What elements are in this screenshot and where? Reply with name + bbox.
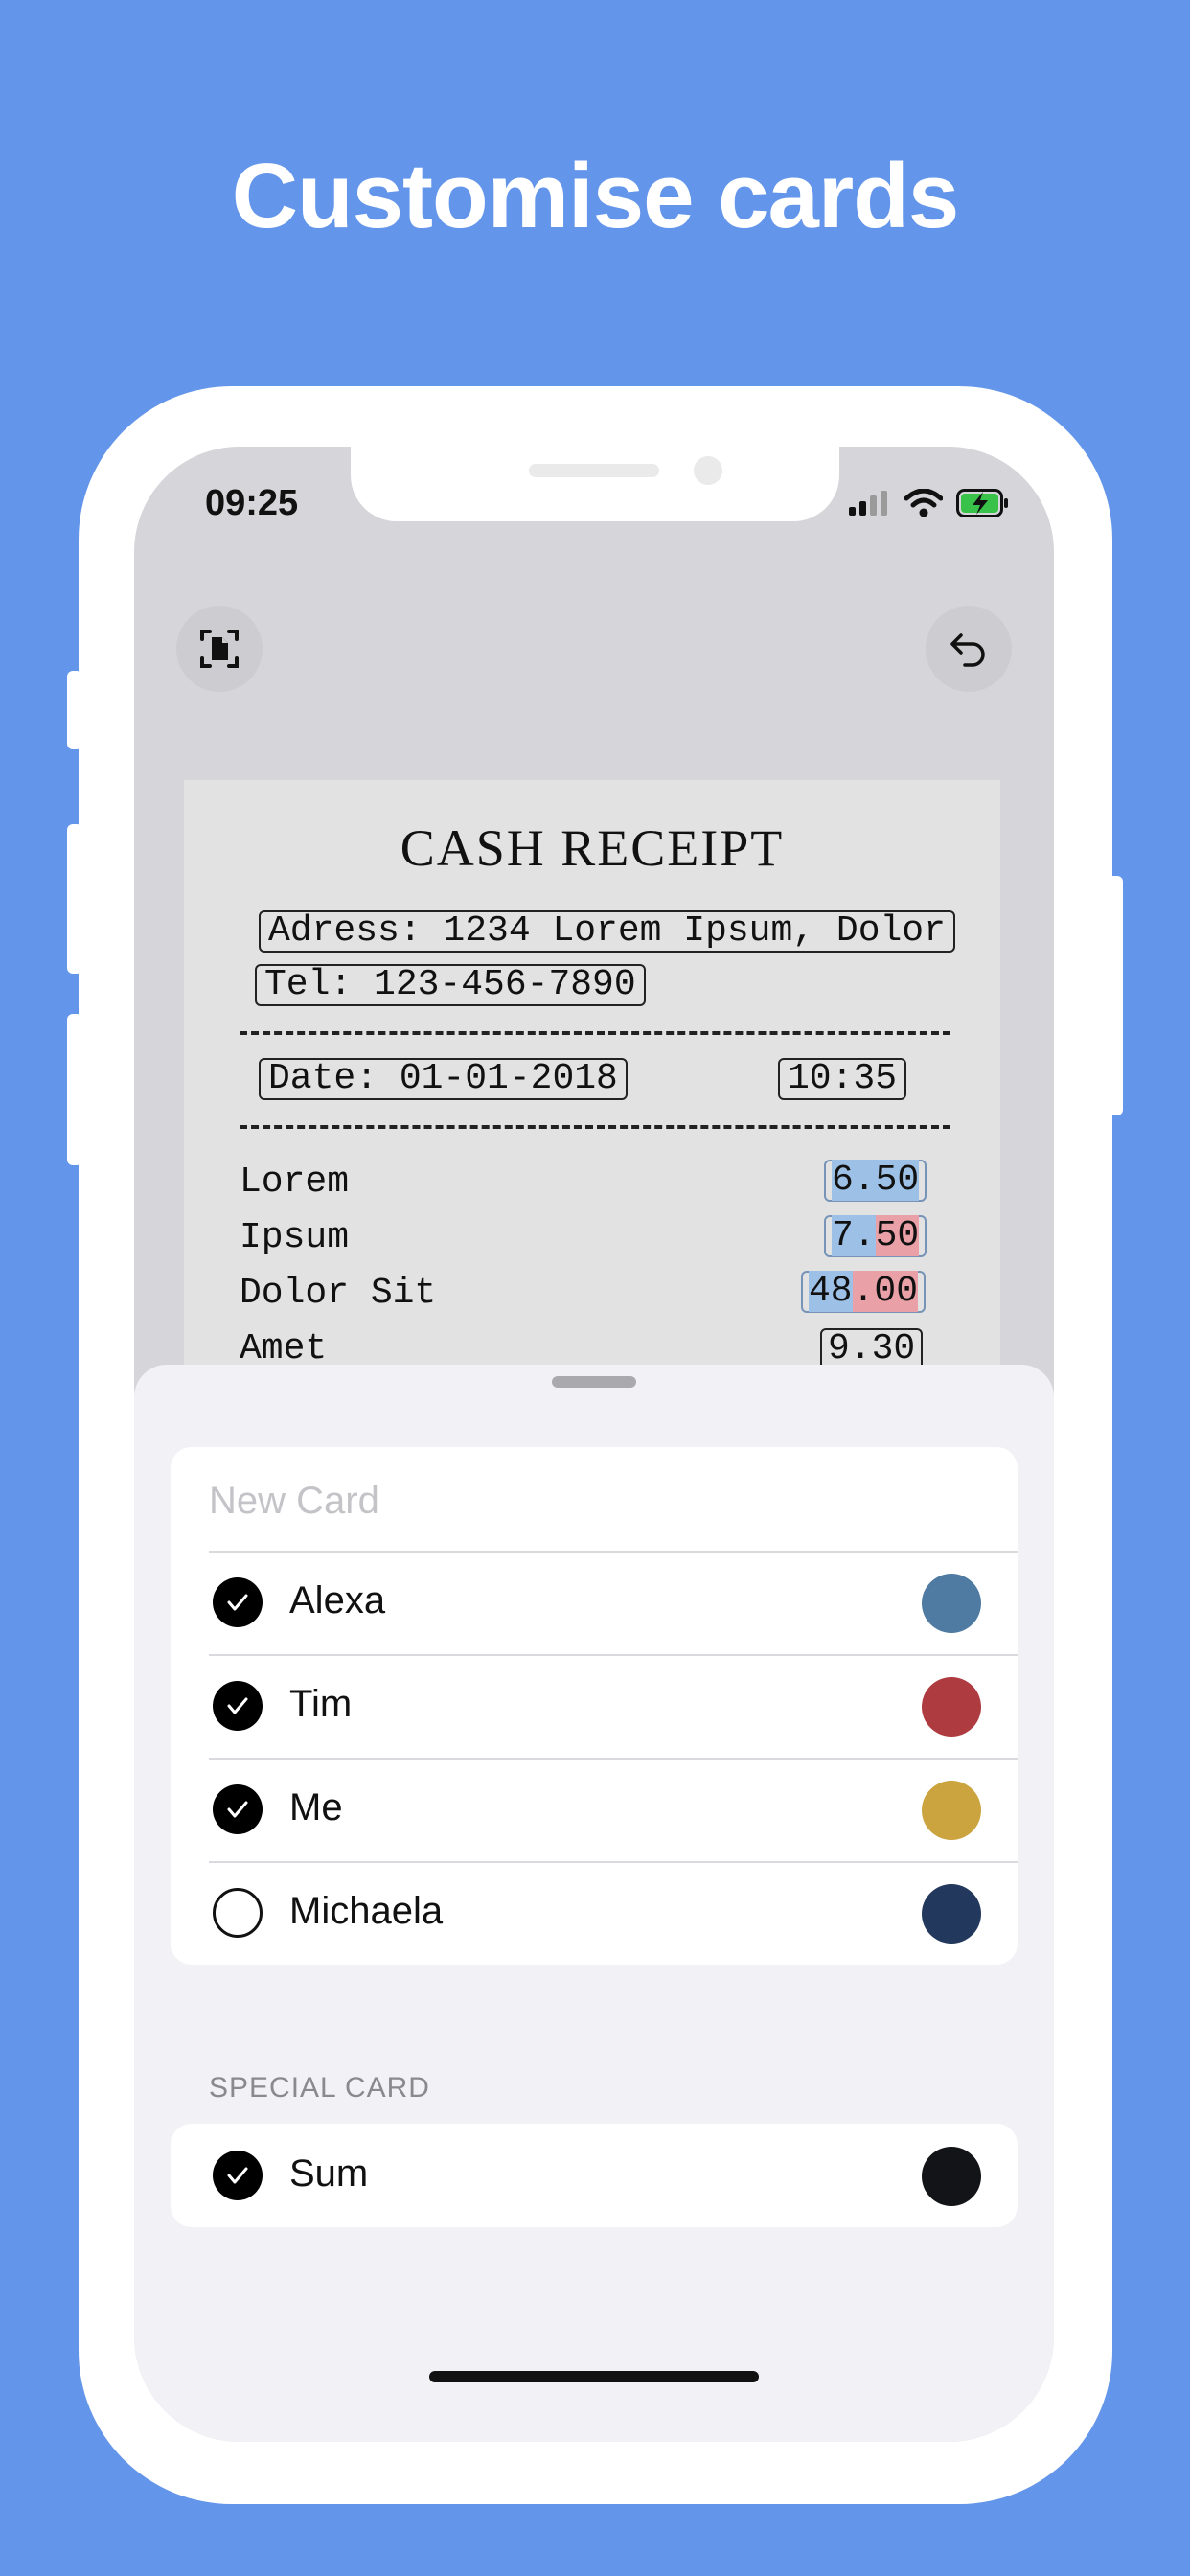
card-label: Tim [289, 1683, 353, 1725]
document-scan-icon [200, 630, 239, 668]
notch [351, 447, 839, 521]
unchecked-circle-icon[interactable] [213, 1888, 263, 1938]
receipt-address: Adress: 1234 Lorem Ipsum, Dolor [259, 910, 955, 953]
undo-icon [950, 633, 985, 667]
card-color-swatch[interactable] [922, 1884, 981, 1944]
card-row-alexa[interactable]: Alexa [171, 1551, 1018, 1654]
card-label: Me [289, 1786, 343, 1828]
battery-charging-icon [956, 489, 1008, 518]
receipt-item-name: Dolor Sit [240, 1273, 437, 1314]
card-row-tim[interactable]: Tim [171, 1654, 1018, 1758]
card-row-sum[interactable]: Sum [171, 2124, 1018, 2227]
checkmark-icon[interactable] [213, 1577, 263, 1627]
row-separator [209, 1758, 1018, 1760]
receipt-divider [240, 1125, 950, 1129]
scan-document-button[interactable] [176, 606, 263, 692]
new-card-input[interactable]: New Card [209, 1480, 379, 1523]
receipt-title: CASH RECEIPT [400, 819, 785, 877]
new-card-row[interactable]: New Card [171, 1447, 1018, 1551]
row-separator [209, 1654, 1018, 1656]
receipt-item-name: Lorem [240, 1162, 350, 1203]
card-label: Sum [289, 2152, 369, 2195]
row-separator [209, 1551, 1018, 1552]
wifi-icon [904, 489, 943, 518]
headline: Customise cards [231, 145, 960, 247]
camera [694, 456, 722, 485]
phone-screen: 09:25 CASH RECEIPT Adress: 1234 Lorem Ip… [134, 447, 1054, 2442]
checkmark-icon[interactable] [213, 1681, 263, 1731]
checkmark-icon[interactable] [213, 1784, 263, 1834]
card-color-swatch[interactable] [922, 1781, 981, 1840]
card-row-me[interactable]: Me [171, 1758, 1018, 1861]
receipt-item-price[interactable]: 7.50 [824, 1215, 927, 1257]
card-color-swatch[interactable] [922, 2147, 981, 2206]
speaker [529, 464, 659, 477]
cellular-signal-icon [849, 491, 887, 516]
card-label: Alexa [289, 1579, 386, 1622]
special-card-list: Sum [171, 2124, 1018, 2227]
card-label: Michaela [289, 1890, 444, 1932]
receipt-item-name: Ipsum [240, 1217, 350, 1258]
card-color-swatch[interactable] [922, 1677, 981, 1736]
receipt-divider [240, 1031, 950, 1035]
receipt-item-name: Amet [240, 1328, 328, 1369]
row-separator [209, 1861, 1018, 1863]
receipt-item-price[interactable]: 48.00 [801, 1271, 927, 1313]
bottom-sheet: New Card Alexa Tim Me Michaela SPECIAL C… [134, 1365, 1054, 2442]
receipt-date: Date: 01-01-2018 [259, 1058, 628, 1100]
checkmark-icon[interactable] [213, 2150, 263, 2200]
special-card-header: SPECIAL CARD [209, 2072, 430, 2104]
status-icons [849, 489, 1010, 518]
card-color-swatch[interactable] [922, 1574, 981, 1633]
receipt-time: 10:35 [778, 1058, 907, 1100]
receipt-item-price[interactable]: 6.50 [824, 1160, 927, 1202]
home-indicator[interactable] [429, 2371, 759, 2382]
receipt-tel: Tel: 123-456-7890 [255, 964, 646, 1006]
card-row-michaela[interactable]: Michaela [171, 1861, 1018, 1965]
cards-list: New Card Alexa Tim Me Michaela [171, 1447, 1018, 1965]
sheet-grabber[interactable] [552, 1376, 636, 1388]
status-time: 09:25 [205, 483, 299, 523]
undo-button[interactable] [926, 606, 1012, 692]
